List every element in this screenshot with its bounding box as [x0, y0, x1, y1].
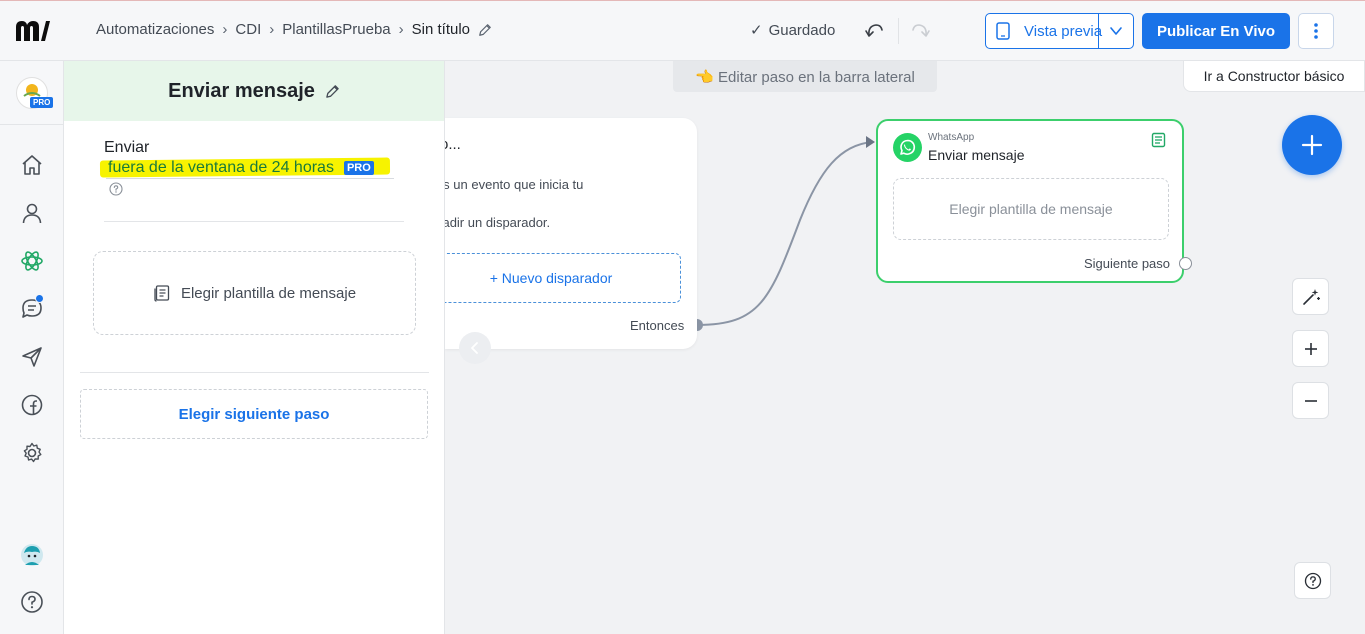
description-line: r es un evento que inicia tu	[428, 177, 584, 192]
auto-arrange-button[interactable]	[1292, 278, 1329, 315]
pencil-icon[interactable]	[325, 84, 340, 99]
zoom-in-button[interactable]	[1292, 330, 1329, 367]
new-trigger-button[interactable]: + Nuevo disparador	[421, 253, 681, 303]
description-line: añadir un disparador.	[428, 215, 551, 230]
chevron-left-icon	[471, 342, 478, 354]
panel-title[interactable]: Enviar mensaje	[168, 80, 315, 103]
choose-next-step-button[interactable]: Elegir siguiente paso	[80, 389, 428, 439]
step-editor-panel: Enviar mensaje Enviar fuera de la ventan…	[64, 61, 445, 634]
pro-badge: PRO	[343, 161, 374, 175]
then-label: Entonces	[630, 318, 685, 333]
canvas-help-button[interactable]	[1294, 562, 1331, 599]
send-label: Enviar	[104, 139, 150, 156]
zoom-out-button[interactable]	[1292, 382, 1329, 419]
add-step-button[interactable]	[1282, 115, 1342, 175]
template-icon	[154, 285, 170, 302]
plus-icon	[1301, 134, 1323, 156]
choose-template-button[interactable]: Elegir plantilla de mensaje	[93, 251, 416, 335]
trigger-card[interactable]: o... r es un evento que inicia tu ón. añ…	[421, 118, 697, 349]
section-divider	[104, 221, 404, 222]
section-divider	[80, 372, 429, 373]
trigger-card-description: r es un evento que inicia tu ón. añadir …	[428, 175, 583, 232]
help-icon	[1304, 572, 1321, 589]
choose-template-label: Elegir plantilla de mensaje	[180, 284, 357, 302]
channel-label: WhatsApp	[928, 132, 975, 143]
description-line: ón.	[428, 194, 583, 213]
minus-icon	[1304, 399, 1317, 402]
whatsapp-send-message-node[interactable]: WhatsApp Enviar mensaje Elegir plantilla…	[876, 119, 1192, 283]
send-window-selector[interactable]: fuera de la ventana de 24 horas PRO	[99, 157, 391, 179]
collapse-panel-button[interactable]	[459, 332, 491, 364]
next-step-label: Siguiente paso	[1084, 256, 1171, 271]
next-step-port[interactable]	[1179, 257, 1192, 270]
choose-template-slot[interactable]: Elegir plantilla de mensaje	[893, 178, 1169, 240]
help-icon[interactable]	[109, 182, 123, 196]
node-title: Enviar mensaje	[928, 147, 1025, 163]
plus-icon	[1304, 342, 1317, 355]
panel-header: Enviar mensaje	[64, 61, 444, 121]
whatsapp-icon	[893, 133, 922, 162]
send-window-option: fuera de la ventana de 24 horas	[108, 159, 334, 176]
template-icon	[1151, 132, 1166, 148]
magic-wand-icon	[1302, 288, 1320, 305]
